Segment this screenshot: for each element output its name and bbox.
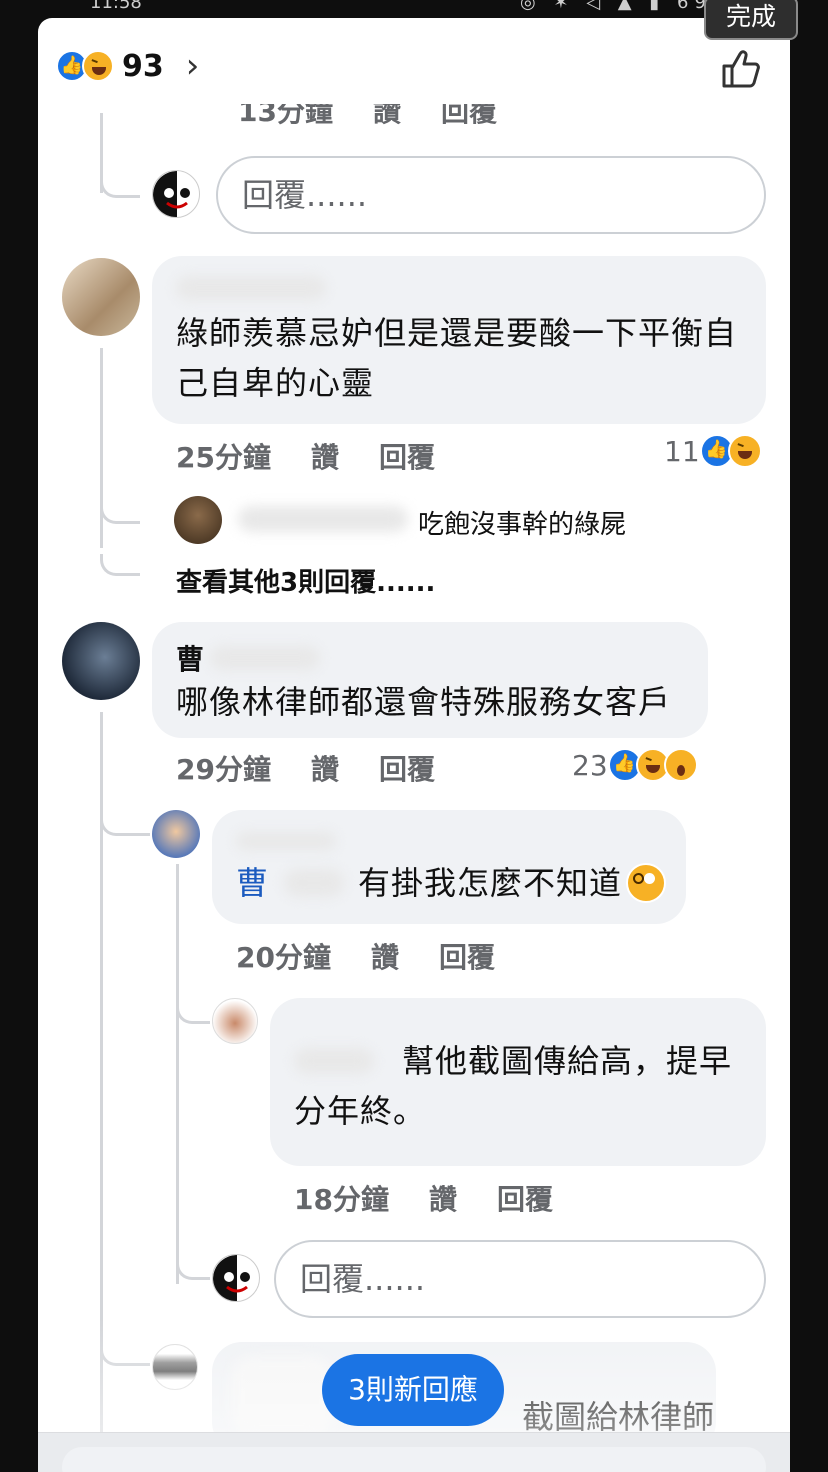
comment-author[interactable]: 曹 [176, 638, 204, 678]
redacted-mention [284, 869, 345, 897]
comment-text: 哪像林律師都還會特殊服務女客戶 [176, 683, 672, 721]
new-replies-button[interactable]: 3則新回應 [322, 1354, 504, 1426]
reply-link[interactable]: 回覆 [379, 436, 435, 476]
reply-meta: 20分鐘 讚 回覆 [236, 936, 535, 976]
commenter-avatar[interactable] [62, 258, 140, 336]
done-button[interactable]: 完成 [704, 0, 798, 40]
comments-sheet: 👍 93 › 13分鐘 讚 回覆 回覆...... 綠師羨慕忌妒但是還是要酸一下… [38, 18, 790, 1472]
haha-reaction-icon [82, 50, 114, 82]
commenter-avatar[interactable] [62, 622, 140, 700]
reply-connector [100, 168, 140, 198]
reply-connector [176, 1254, 210, 1280]
reply-bubble[interactable]: 曹 有掛我怎麼不知道 [212, 810, 686, 924]
reply-link[interactable]: 回覆 [379, 748, 435, 788]
status-time: 11:58 [90, 0, 142, 13]
comment-meta: 25分鐘 讚 回覆 [176, 436, 475, 476]
reaction-number: 11 [664, 434, 700, 468]
comment-bubble[interactable]: 綠師羨慕忌妒但是還是要酸一下平衡自己自卑的心靈 [152, 256, 766, 424]
reply-input[interactable]: 回覆...... [274, 1240, 766, 1318]
reply-link[interactable]: 回覆 [497, 1178, 553, 1218]
like-link[interactable]: 讚 [311, 748, 339, 788]
comment-meta: 13分鐘 讚 回覆 [238, 104, 537, 126]
reaction-count[interactable]: 11 👍 [664, 434, 762, 468]
comment-time: 29分鐘 [176, 753, 271, 786]
haha-reaction-icon [727, 434, 762, 468]
reply-preview-text: 吃飽沒事幹的綠屍 [418, 510, 627, 540]
wow-reaction-icon [663, 748, 698, 782]
reply-avatar[interactable] [152, 1344, 198, 1390]
redacted-text [232, 1356, 332, 1436]
reply-connector [176, 996, 210, 1024]
comment-meta: 29分鐘 讚 回覆 [176, 748, 475, 788]
reply-time: 20分鐘 [236, 941, 331, 974]
reply-avatar[interactable] [212, 998, 258, 1044]
thread-line [176, 864, 179, 1284]
comment-time: 25分鐘 [176, 441, 271, 474]
reply-avatar[interactable] [152, 810, 200, 858]
reply-connector [100, 496, 140, 524]
like-outline-icon[interactable] [718, 46, 762, 90]
reaction-count[interactable]: 23 👍 [572, 748, 698, 782]
chevron-right-icon: › [185, 46, 200, 86]
comment-bubble[interactable]: 曹 哪像林律師都還會特殊服務女客戶 [152, 622, 708, 738]
reply-bubble[interactable]: 幫他截圖傳給高，提早分年終。 [270, 998, 766, 1166]
reply-avatar[interactable] [174, 496, 222, 544]
reaction-total: 93 [122, 48, 164, 84]
view-more-replies[interactable]: 查看其他3則回覆...... [176, 562, 435, 599]
like-link[interactable]: 讚 [373, 104, 401, 126]
screen: 11:58 ◎ ✶ ◁ ▲ ▮ 69 完成 👍 93 › 13分鐘 讚 回覆 回… [0, 0, 828, 1472]
reply-text: 有掛我怎麼不知道 [358, 864, 623, 902]
reply-connector [100, 808, 150, 836]
reply-connector [100, 554, 140, 576]
redacted-author [176, 276, 326, 300]
reactions-summary[interactable]: 👍 93 › [56, 46, 199, 86]
reply-time: 18分鐘 [294, 1183, 389, 1216]
like-link[interactable]: 讚 [371, 936, 399, 976]
reaction-number: 23 [572, 748, 608, 782]
redacted-name [236, 832, 336, 850]
redacted-name [294, 1048, 374, 1074]
current-user-avatar [152, 170, 200, 218]
redacted-name [238, 506, 408, 532]
like-link[interactable]: 讚 [311, 436, 339, 476]
reply-input[interactable]: 回覆...... [216, 156, 766, 234]
like-link[interactable]: 讚 [429, 1178, 457, 1218]
reply-meta: 18分鐘 讚 回覆 [294, 1178, 593, 1218]
comment-composer-bar [38, 1432, 790, 1472]
comment-composer-input[interactable] [62, 1447, 766, 1472]
reply-connector [100, 1340, 150, 1366]
reply-link[interactable]: 回覆 [441, 104, 497, 126]
mention-tag[interactable]: 曹 [236, 858, 268, 908]
current-user-avatar [212, 1254, 260, 1302]
comment-time: 13分鐘 [238, 104, 333, 126]
status-icons: ◎ ✶ ◁ ▲ ▮ 69 [520, 0, 712, 13]
comment-text: 綠師羨慕忌妒但是還是要酸一下平衡自己自卑的心靈 [176, 314, 738, 402]
reply-link[interactable]: 回覆 [439, 936, 495, 976]
flushed-emoji-icon [626, 863, 667, 903]
redacted-author [210, 646, 321, 670]
